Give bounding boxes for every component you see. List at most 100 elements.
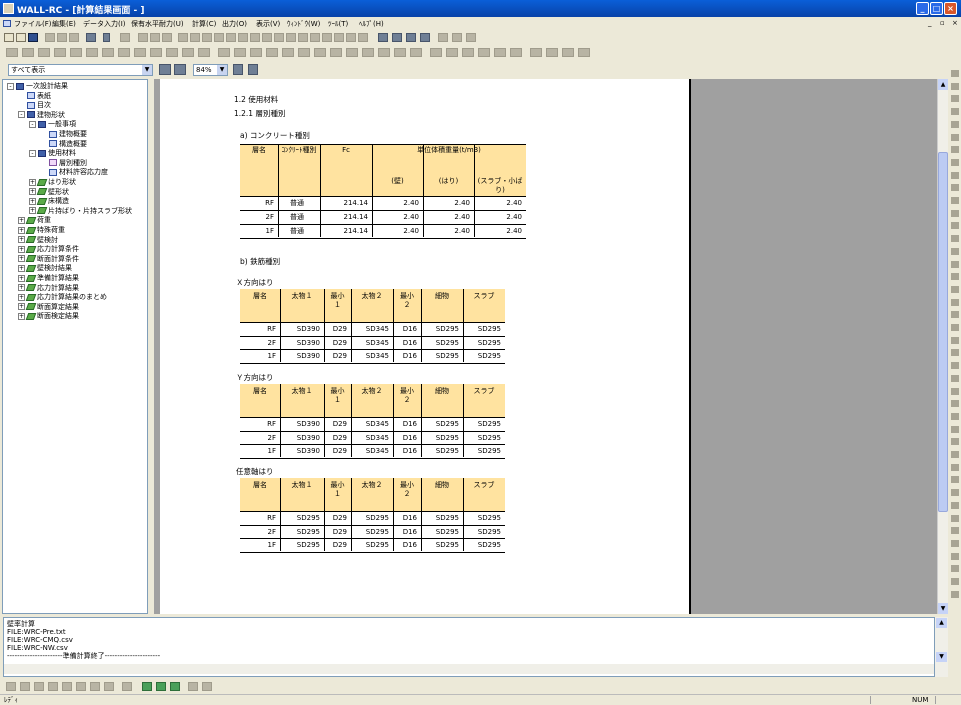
input-icon-14[interactable] (218, 48, 230, 57)
tool18-icon[interactable] (358, 33, 368, 42)
layout3-icon[interactable] (406, 33, 416, 42)
side-tool-icon[interactable] (951, 336, 959, 344)
grid-icon[interactable] (438, 33, 448, 42)
input-icon-27[interactable] (430, 48, 442, 57)
zoom-select[interactable]: 84% ▼ (193, 64, 228, 76)
side-tool-icon[interactable] (951, 273, 959, 281)
side-tool-icon[interactable] (951, 412, 959, 420)
expand-icon[interactable]: + (29, 197, 36, 205)
pen-icon[interactable] (120, 33, 130, 42)
new-file-icon[interactable] (4, 33, 14, 42)
side-tool-icon[interactable] (951, 247, 959, 255)
menu-view[interactable]: 表示(V) (256, 19, 280, 29)
expand-icon[interactable]: + (29, 178, 36, 186)
side-tool-icon[interactable] (951, 158, 959, 166)
calc-run-icon[interactable] (142, 682, 152, 691)
tool14-icon[interactable] (310, 33, 320, 42)
input-icon-22[interactable] (346, 48, 358, 57)
side-tool-icon[interactable] (951, 501, 959, 509)
calc-run3-icon[interactable] (170, 682, 180, 691)
tree-node[interactable]: - 一般事項 (29, 120, 76, 129)
side-tool-icon[interactable] (951, 324, 959, 331)
open-folder-icon[interactable] (16, 33, 26, 42)
pen2-icon[interactable] (138, 33, 148, 42)
tool13-icon[interactable] (298, 33, 308, 42)
side-tool-icon[interactable] (951, 425, 959, 433)
side-tool-icon[interactable] (951, 565, 959, 573)
side-tool-icon[interactable] (951, 451, 959, 458)
tool4-icon[interactable] (190, 33, 200, 42)
tree-node[interactable]: + 壁検討結果 (18, 264, 72, 273)
expand-icon[interactable]: + (18, 284, 25, 292)
help-icon[interactable] (103, 33, 110, 42)
tree-node[interactable]: + 断面計算条件 (18, 255, 79, 264)
chevron-down-icon[interactable]: ▼ (217, 65, 227, 75)
side-tool-icon[interactable] (951, 95, 959, 103)
side-tool-icon[interactable] (951, 349, 959, 357)
input-icon-16[interactable] (250, 48, 262, 57)
print-icon[interactable] (86, 33, 96, 42)
tree-node[interactable]: 表紙 (18, 92, 51, 101)
input-icon-6[interactable] (86, 48, 98, 57)
menu-calc[interactable]: 計算(C) (192, 19, 216, 29)
expand-icon[interactable]: + (18, 255, 25, 263)
menu-horizontal-strength[interactable]: 保有水平耐力(U) (131, 19, 184, 29)
input-icon-21[interactable] (330, 48, 342, 57)
input-icon-33[interactable] (530, 48, 542, 57)
side-tool-icon[interactable] (951, 362, 959, 370)
bottom-tool-7-icon[interactable] (90, 682, 100, 691)
tree-node[interactable]: + はり形状 (29, 178, 76, 187)
expand-icon[interactable]: + (18, 245, 25, 253)
save-icon[interactable] (28, 33, 38, 42)
collapse-icon[interactable]: - (7, 82, 14, 90)
side-tool-icon[interactable] (951, 463, 959, 471)
paste-icon[interactable] (69, 33, 79, 42)
bottom-tool-10-icon[interactable] (188, 682, 198, 691)
expand-icon[interactable]: + (29, 207, 36, 215)
collapse-tree-icon[interactable] (174, 64, 186, 75)
side-tool-icon[interactable] (951, 514, 959, 522)
side-tool-icon[interactable] (951, 311, 959, 319)
tool17-icon[interactable] (346, 33, 356, 42)
output-vertical-scrollbar[interactable]: ▲ ▼ (935, 617, 948, 677)
scroll-down-icon[interactable]: ▼ (938, 603, 948, 614)
doc-close-icon[interactable]: × (952, 19, 958, 27)
collapse-icon[interactable]: - (18, 111, 25, 119)
expand-icon[interactable]: + (29, 188, 36, 196)
menu-help[interactable]: ﾍﾙﾌﾟ(H) (359, 19, 384, 29)
input-icon-7[interactable] (102, 48, 114, 57)
expand-tree-icon[interactable] (159, 64, 171, 75)
input-icon-19[interactable] (298, 48, 310, 57)
side-tool-icon[interactable] (951, 146, 959, 154)
side-tool-icon[interactable] (951, 374, 959, 382)
input-icon-10[interactable] (150, 48, 162, 57)
bottom-tool-8-icon[interactable] (104, 682, 114, 691)
result-tree[interactable]: - 一次設計結果 表紙 目次 - 建物形状 - 一般事項 建物概要 構造概要 - 使用材料 層別種別 材料… (2, 79, 148, 614)
tree-node[interactable]: + 壁形状 (29, 188, 69, 197)
side-tool-icon[interactable] (951, 133, 959, 141)
bottom-tool-6-icon[interactable] (76, 682, 86, 691)
bottom-tool-1-icon[interactable] (6, 682, 16, 691)
tree-node[interactable]: + 壁検討 (18, 236, 58, 245)
expand-icon[interactable]: + (18, 264, 25, 272)
input-icon-26[interactable] (410, 48, 422, 57)
menu-data-input[interactable]: データ入力(I) (83, 19, 126, 29)
side-tool-icon[interactable] (951, 209, 959, 217)
tool10-icon[interactable] (262, 33, 272, 42)
side-tool-icon[interactable] (951, 120, 959, 128)
tool12-icon[interactable] (286, 33, 296, 42)
side-tool-icon[interactable] (951, 590, 959, 598)
tree-node[interactable]: + 特殊荷重 (18, 226, 65, 235)
input-icon-23[interactable] (362, 48, 374, 57)
tree-node[interactable]: + 断面算定結果 (18, 303, 79, 312)
side-tool-icon[interactable] (951, 70, 959, 77)
tree-node[interactable]: + 断面検定結果 (18, 312, 79, 321)
menu-output[interactable]: 出力(O) (222, 19, 247, 29)
side-tool-icon[interactable] (951, 387, 959, 395)
bottom-tool-3-icon[interactable] (34, 682, 44, 691)
tree-node[interactable]: + 片持ばり・片持スラブ形状 (29, 207, 132, 216)
input-icon-4[interactable] (54, 48, 66, 57)
tree-node[interactable]: + 応力計算条件 (18, 245, 79, 254)
tree-node[interactable]: - 使用材料 (29, 149, 76, 158)
tree-node[interactable]: + 応力計算結果 (18, 284, 79, 293)
